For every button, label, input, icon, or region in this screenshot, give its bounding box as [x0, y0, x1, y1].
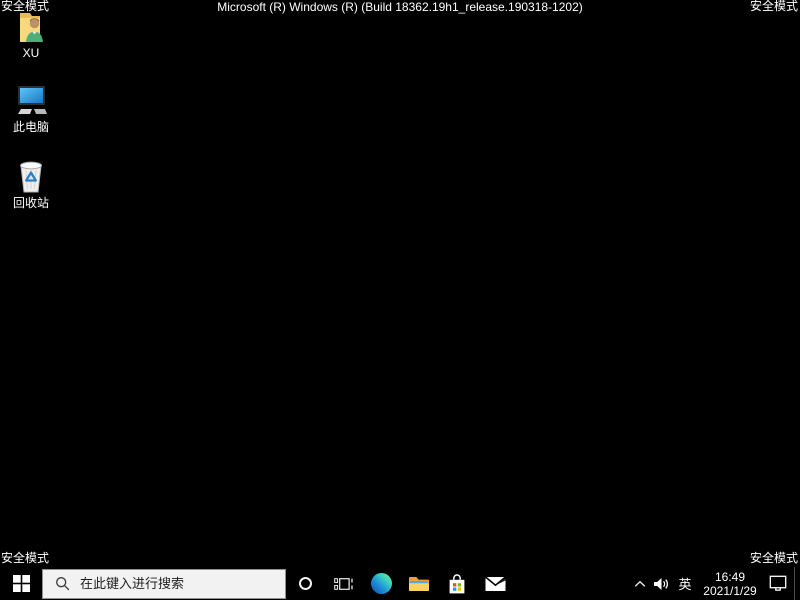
tray-volume-button[interactable] [650, 567, 672, 600]
task-view-button[interactable] [324, 567, 362, 600]
store-icon [447, 573, 467, 595]
tray-clock[interactable]: 16:49 2021/1/29 [698, 567, 762, 600]
desktop-icon-this-pc[interactable]: 此电脑 [0, 80, 62, 134]
taskbar: 英 16:49 2021/1/29 [0, 567, 800, 600]
action-center-icon [769, 575, 787, 592]
edge-button[interactable] [362, 567, 400, 600]
recycle-bin-icon [14, 156, 48, 194]
desktop-icon-label: 回收站 [12, 196, 49, 210]
desktop-icon-label: 此电脑 [12, 120, 49, 134]
search-icon [55, 576, 70, 591]
safe-mode-label-bottom-left: 安全模式 [1, 551, 50, 565]
mail-icon [484, 575, 506, 592]
mail-button[interactable] [476, 567, 514, 600]
safe-mode-label-bottom-right: 安全模式 [749, 551, 798, 565]
start-button[interactable] [0, 567, 42, 600]
desktop-icon-recycle-bin[interactable]: 回收站 [0, 156, 62, 210]
user-folder-icon [13, 6, 49, 44]
cortana-icon [298, 577, 312, 590]
speaker-icon [653, 577, 670, 591]
tray-chevron-up-button[interactable] [630, 567, 650, 600]
file-explorer-button[interactable] [400, 567, 438, 600]
search-input[interactable] [80, 576, 285, 591]
chevron-up-icon [634, 580, 646, 588]
windows-logo-icon [12, 575, 30, 592]
task-view-icon [333, 576, 353, 592]
windows-build-text: Microsoft (R) Windows (R) (Build 18362.1… [217, 0, 583, 14]
this-pc-icon [13, 80, 49, 118]
cortana-button[interactable] [286, 567, 324, 600]
tray-time: 16:49 [714, 569, 746, 584]
tray-date: 2021/1/29 [703, 583, 757, 598]
store-button[interactable] [438, 567, 476, 600]
edge-icon [370, 573, 392, 594]
tray-ime-indicator[interactable]: 英 [672, 567, 698, 600]
desktop-icon-user-folder[interactable]: XU [0, 6, 62, 60]
action-center-button[interactable] [762, 567, 794, 600]
taskbar-search-box[interactable] [42, 568, 286, 599]
show-desktop-button[interactable] [794, 567, 800, 600]
desktop-icon-label: XU [22, 46, 40, 60]
file-explorer-icon [408, 575, 430, 593]
